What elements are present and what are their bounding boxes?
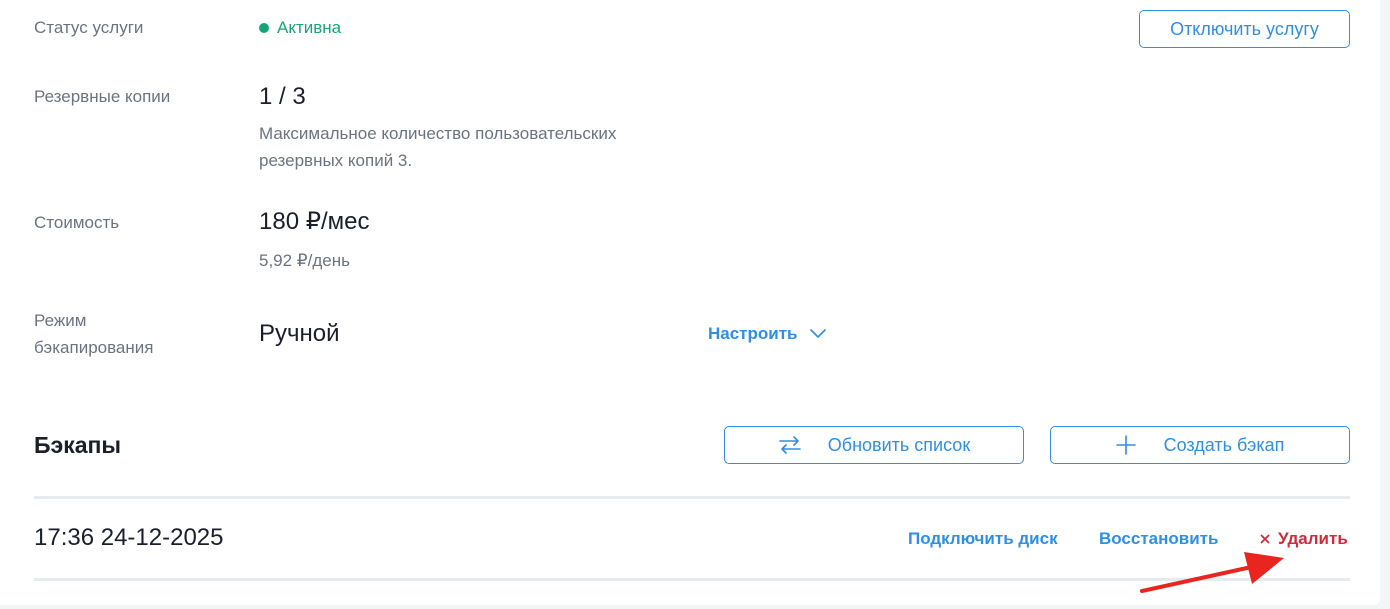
refresh-list-label: Обновить список — [827, 434, 971, 455]
status-dot-icon — [259, 23, 269, 33]
cost-label: Стоимость — [34, 213, 120, 232]
disable-service-button[interactable]: Отключить услугу — [1139, 10, 1350, 48]
backups-section-title: Бэкапы — [34, 432, 122, 458]
mode-label-line2: бэкапирования — [34, 338, 154, 357]
create-backup-button[interactable]: Создать бэкап — [1050, 426, 1350, 464]
cost-monthly-value: 180 ₽/мес — [259, 208, 370, 235]
status-badge: Активна — [259, 14, 341, 42]
refresh-list-button[interactable]: Обновить список — [724, 426, 1024, 464]
plus-icon — [1115, 435, 1136, 455]
create-backup-label: Создать бэкап — [1163, 434, 1285, 455]
status-label: Статус услуги — [34, 18, 144, 37]
divider — [34, 578, 1350, 581]
mode-label-line1: Режим — [34, 311, 87, 330]
delete-label: Удалить — [1278, 529, 1348, 548]
chevron-down-icon — [809, 329, 826, 338]
close-icon — [1260, 534, 1270, 544]
status-value: Активна — [277, 18, 342, 37]
configure-link[interactable]: Настроить — [708, 322, 826, 346]
attach-disk-link[interactable]: Подключить диск — [908, 527, 1058, 551]
backups-limit-note-line2: резервных копий 3. — [259, 151, 413, 170]
disable-service-label: Отключить услугу — [1170, 18, 1319, 39]
mode-value: Ручной — [259, 320, 340, 347]
backups-count-label: Резервные копии — [34, 87, 171, 106]
restore-link[interactable]: Восстановить — [1099, 527, 1218, 551]
backup-service-card: Статус услуги Активна Отключить услугу Р… — [0, 0, 1380, 605]
backup-timestamp: 17:36 24-12-2025 — [34, 524, 224, 551]
configure-link-label: Настроить — [708, 324, 798, 343]
backups-limit-note-line1: Максимальное количество пользовательских — [259, 124, 617, 143]
swap-arrows-icon — [778, 435, 802, 455]
divider — [34, 496, 1350, 499]
delete-link[interactable]: Удалить — [1260, 527, 1348, 551]
cost-daily-value: 5,92 ₽/день — [259, 251, 350, 270]
backups-count-value: 1 / 3 — [259, 83, 306, 110]
